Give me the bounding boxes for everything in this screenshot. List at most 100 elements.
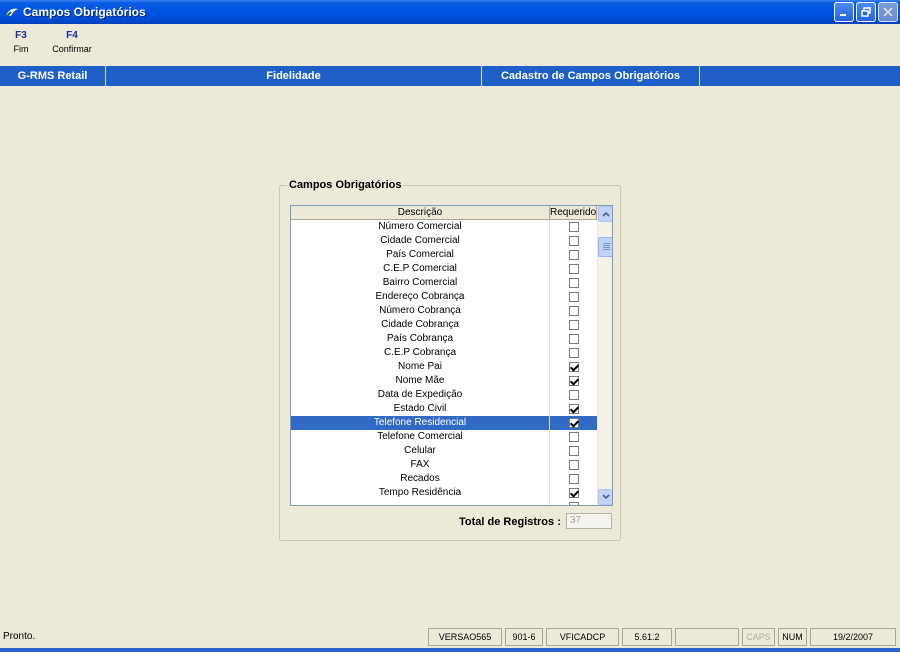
required-cell (550, 234, 597, 248)
column-header-description[interactable]: Descrição (291, 206, 550, 219)
table-row[interactable]: País Comercial (291, 248, 597, 262)
required-cell (550, 360, 597, 374)
column-header-required[interactable]: Requerido (550, 206, 597, 219)
required-cell (550, 346, 597, 360)
table-row[interactable]: Recados (291, 472, 597, 486)
required-checkbox[interactable] (568, 432, 579, 442)
field-description-cell: Cidade Cobrança (291, 318, 550, 332)
table-row[interactable]: Número Cobrança (291, 304, 597, 318)
required-checkbox[interactable] (568, 474, 579, 484)
status-bar: Pronto. VERSAO565 901-6 VFICADCP 5.61.2 … (0, 626, 900, 648)
table-row[interactable]: Celular (291, 444, 597, 458)
restore-icon (861, 7, 871, 17)
table-row[interactable]: Nome Pai (291, 360, 597, 374)
required-cell (550, 500, 597, 505)
chevron-up-icon (602, 211, 610, 217)
window-controls (834, 2, 898, 22)
scroll-up-button[interactable] (598, 206, 612, 222)
required-checkbox[interactable] (568, 292, 579, 302)
required-cell (550, 472, 597, 486)
table-row[interactable]: Número Comercial (291, 220, 597, 234)
field-description-cell: País Cobrança (291, 332, 550, 346)
table-row[interactable]: C.E.P Cobrança (291, 346, 597, 360)
required-checkbox[interactable] (568, 278, 579, 288)
status-pane-store: 901-6 (505, 628, 543, 646)
close-icon (883, 7, 893, 17)
required-cell (550, 430, 597, 444)
table-row[interactable]: Bairro Comercial (291, 276, 597, 290)
restore-button[interactable] (856, 2, 876, 22)
field-description-cell: Telefone Residencial (291, 416, 550, 430)
field-description-cell (291, 500, 550, 505)
required-cell (550, 388, 597, 402)
table-row[interactable]: Nome Mãe (291, 374, 597, 388)
field-description-cell: Número Comercial (291, 220, 550, 234)
breadcrumb-screen: Cadastro de Campos Obrigatórios (482, 66, 700, 86)
field-description-cell: Número Cobrança (291, 304, 550, 318)
field-description-cell: C.E.P Comercial (291, 262, 550, 276)
required-checkbox[interactable] (568, 502, 579, 505)
required-cell (550, 416, 597, 430)
field-description-cell: Celular (291, 444, 550, 458)
taskbar-edge (0, 648, 900, 652)
required-checkbox[interactable] (568, 446, 579, 456)
status-pane-version: VERSAO565 (428, 628, 502, 646)
status-pane-blank (675, 628, 739, 646)
table-row[interactable]: Cidade Cobrança (291, 318, 597, 332)
table-row[interactable]: Estado Civil (291, 402, 597, 416)
required-checkbox[interactable] (568, 488, 579, 498)
required-checkbox[interactable] (568, 418, 579, 428)
vertical-scrollbar[interactable] (597, 206, 612, 505)
field-description-cell: Data de Expedição (291, 388, 550, 402)
field-description-cell: Bairro Comercial (291, 276, 550, 290)
required-checkbox[interactable] (568, 264, 579, 274)
table-row[interactable]: Telefone Residencial (291, 416, 597, 430)
confirmar-button[interactable]: F4 Confirmar (48, 30, 96, 54)
scroll-thumb[interactable] (598, 237, 612, 257)
table-row[interactable]: Tempo Residência (291, 486, 597, 500)
required-checkbox[interactable] (568, 306, 579, 316)
app-icon (4, 4, 20, 20)
breadcrumb-app: G-RMS Retail (0, 66, 106, 86)
status-pane-build: 5.61.2 (622, 628, 672, 646)
field-description-cell: Nome Pai (291, 360, 550, 374)
table-row[interactable]: Cidade Comercial (291, 234, 597, 248)
required-checkbox[interactable] (568, 334, 579, 344)
table-row[interactable]: Data de Expedição (291, 388, 597, 402)
required-checkbox[interactable] (568, 404, 579, 414)
required-checkbox[interactable] (568, 320, 579, 330)
field-description-cell: País Comercial (291, 248, 550, 262)
close-button[interactable] (878, 2, 898, 22)
table-row[interactable]: País Cobrança (291, 332, 597, 346)
field-description-cell: Endereço Cobrança (291, 290, 550, 304)
breadcrumb: G-RMS Retail Fidelidade Cadastro de Camp… (0, 66, 900, 86)
required-cell (550, 304, 597, 318)
required-checkbox[interactable] (568, 460, 579, 470)
required-checkbox[interactable] (568, 222, 579, 232)
required-checkbox[interactable] (568, 236, 579, 246)
required-cell (550, 374, 597, 388)
fim-button[interactable]: F3 Fim (10, 30, 32, 54)
table-row[interactable] (291, 500, 597, 505)
required-cell (550, 262, 597, 276)
required-checkbox[interactable] (568, 376, 579, 386)
required-checkbox[interactable] (568, 390, 579, 400)
required-checkbox[interactable] (568, 250, 579, 260)
status-pane-program: VFICADCP (546, 628, 619, 646)
table-row[interactable]: Telefone Comercial (291, 430, 597, 444)
minimize-button[interactable] (834, 2, 854, 22)
required-checkbox[interactable] (568, 362, 579, 372)
required-cell (550, 486, 597, 500)
table-row[interactable]: C.E.P Comercial (291, 262, 597, 276)
status-pane-caps: CAPS (742, 628, 775, 646)
scroll-down-button[interactable] (598, 489, 612, 505)
required-checkbox[interactable] (568, 348, 579, 358)
required-fields-grid[interactable]: Descrição Requerido Número Comercial Cida… (290, 205, 613, 506)
required-cell (550, 248, 597, 262)
table-row[interactable]: Endereço Cobrança (291, 290, 597, 304)
fim-label: Fim (13, 44, 29, 54)
minimize-icon (840, 14, 846, 16)
group-title: Campos Obrigatórios (287, 179, 404, 191)
required-cell (550, 220, 597, 234)
table-row[interactable]: FAX (291, 458, 597, 472)
